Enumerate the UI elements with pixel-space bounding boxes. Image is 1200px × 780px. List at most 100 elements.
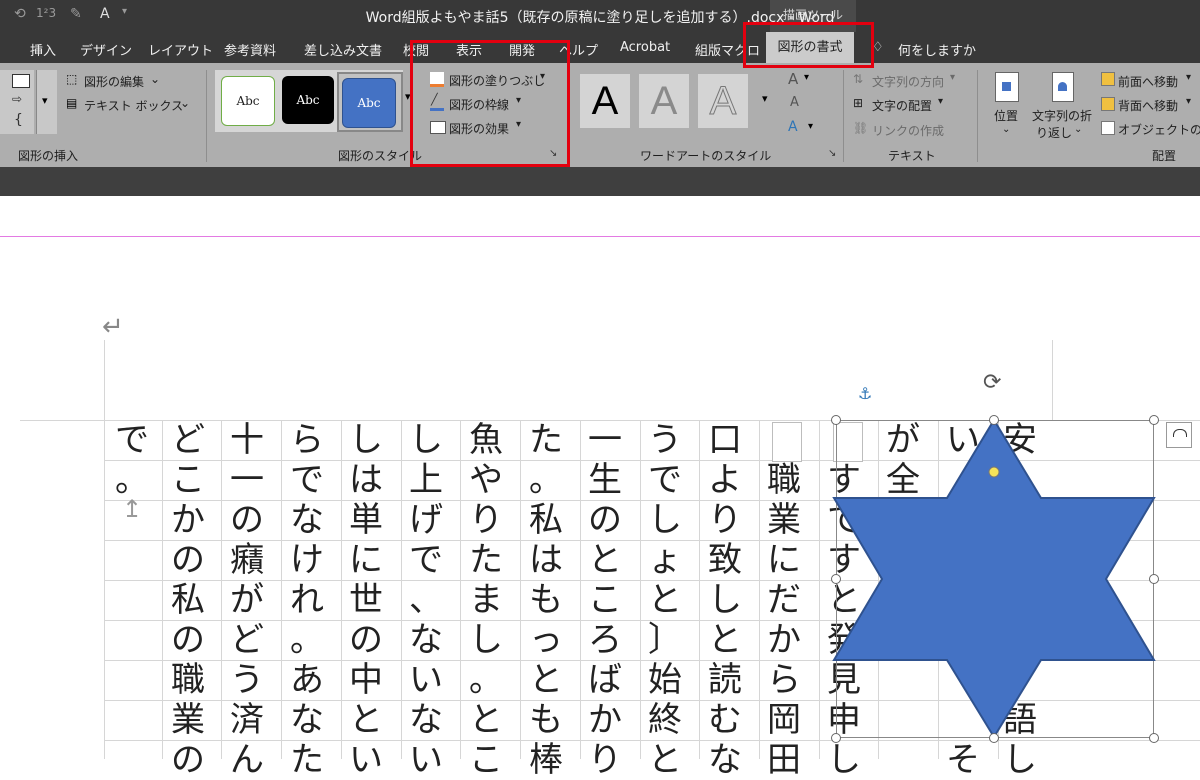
- text-fill-icon[interactable]: A: [788, 70, 798, 88]
- chevron-down-icon: ⌄: [1074, 124, 1083, 135]
- shape-gallery-more-button[interactable]: ▾: [36, 70, 57, 134]
- chevron-down-icon: ⌄: [1002, 124, 1011, 135]
- chevron-down-icon: ▾: [1186, 96, 1192, 107]
- shape-gallery[interactable]: ⇨ {: [0, 70, 34, 134]
- adjustment-handle[interactable]: [988, 466, 1000, 478]
- resize-handle[interactable]: [989, 415, 999, 425]
- text-column[interactable]: 十 一 の 癪 が ど う 済 ん: [227, 420, 267, 780]
- window-title: Word組版よもやま話5（既存の原稿に塗り足しを追加する）.docx - Wor…: [365, 10, 835, 26]
- paragraph-mark-icon: ↵: [102, 312, 124, 342]
- text-column[interactable]: 魚 や り た ま し 。 と こ: [466, 420, 506, 780]
- margin-guide: [1052, 340, 1053, 420]
- grid-line: [580, 420, 581, 759]
- wrap-text-button[interactable]: 文字列の折: [1032, 107, 1092, 124]
- resize-handle[interactable]: [989, 733, 999, 743]
- text-direction-button[interactable]: 文字列の方向: [872, 73, 944, 90]
- chevron-down-icon: ⌄: [150, 72, 161, 86]
- send-backward-icon: [1101, 97, 1115, 111]
- group-label-wordart: ワードアートのスタイル: [640, 149, 772, 163]
- text-column[interactable]: 口 よ り 致 し と 読 む な: [705, 420, 745, 780]
- create-link-button[interactable]: リンクの作成: [872, 122, 944, 139]
- group-separator: [206, 70, 207, 162]
- align-text-icon: ⊞: [853, 96, 864, 110]
- arrow-shape-icon[interactable]: ⇨: [12, 92, 22, 106]
- grid-line: [401, 420, 402, 759]
- grid-line: [162, 420, 163, 759]
- link-icon: ⛓: [853, 121, 869, 135]
- text-box-icon: ▤: [66, 96, 78, 110]
- line-break-mark-icon: ↥: [122, 495, 143, 523]
- chevron-down-icon: ⌄: [180, 96, 191, 110]
- tab-layout[interactable]: レイアウト: [148, 40, 213, 59]
- align-text-button[interactable]: 文字の配置: [872, 97, 932, 114]
- grid-line: [699, 420, 700, 759]
- grid-line: [104, 420, 105, 759]
- rotate-handle-icon[interactable]: ⟳: [983, 370, 1001, 395]
- anchor-icon[interactable]: ⚓: [858, 384, 872, 403]
- tab-references[interactable]: 参考資料: [224, 40, 276, 59]
- group-label-text: テキスト: [888, 149, 936, 163]
- tell-me-search[interactable]: 何をしますか: [898, 40, 976, 59]
- chevron-down-icon: ▾: [808, 121, 814, 132]
- dialog-launcher-icon[interactable]: ↘: [828, 148, 836, 159]
- text-column[interactable]: で 。: [112, 420, 152, 500]
- position-icon: [995, 72, 1019, 102]
- grid-line: [460, 420, 461, 759]
- send-backward-button[interactable]: 背面へ移動: [1118, 97, 1178, 114]
- resize-handle[interactable]: [831, 415, 841, 425]
- bring-forward-button[interactable]: 前面へ移動: [1118, 73, 1178, 90]
- style-preset-black[interactable]: Abc: [282, 76, 334, 124]
- grid-line: [640, 420, 641, 759]
- text-column[interactable]: う で し ょ と 〕 始 終 と: [645, 420, 685, 780]
- rectangle-shape-icon[interactable]: [12, 74, 30, 88]
- page-boundary-line: [0, 236, 1200, 237]
- text-column[interactable]: た 。 私 は も っ と も 棒: [526, 420, 566, 780]
- tab-mailings[interactable]: 差し込み文書: [304, 40, 382, 59]
- text-column[interactable]: 一 生 の と こ ろ ば か り: [585, 420, 625, 780]
- style-preset-outline[interactable]: Abc: [221, 76, 275, 126]
- layout-options-icon: [1173, 429, 1187, 437]
- text-column[interactable]: ど こ か の 私 の 職 業 の: [168, 420, 208, 780]
- chevron-down-icon: ▾: [804, 72, 810, 83]
- group-label-insert-shapes: 図形の挿入: [18, 149, 79, 163]
- wrap-text-button-line2[interactable]: り返し: [1036, 124, 1072, 141]
- wordart-sample-gray[interactable]: A: [639, 74, 689, 128]
- resize-handle[interactable]: [831, 733, 841, 743]
- wordart-sample-black[interactable]: A: [580, 74, 630, 128]
- highlight-shape-format-tab: [743, 22, 874, 68]
- text-outline-icon[interactable]: A: [790, 95, 799, 110]
- margin-guide: [104, 340, 105, 420]
- text-column[interactable]: ら で な け れ 。 あ な た: [287, 420, 327, 780]
- tab-design[interactable]: デザイン: [80, 40, 132, 59]
- chevron-down-icon: ▾: [950, 72, 956, 83]
- selection-pane-button[interactable]: オブジェクトの選択: [1118, 121, 1200, 138]
- group-separator: [977, 70, 978, 162]
- resize-handle[interactable]: [1149, 574, 1159, 584]
- group-label-arrange: 配置: [1152, 149, 1177, 163]
- resize-handle[interactable]: [1149, 733, 1159, 743]
- ribbon-bottom-strip: [0, 167, 1200, 196]
- wordart-gallery-more-icon[interactable]: ▾: [762, 92, 768, 105]
- empty-frame: [772, 422, 802, 462]
- text-effects-icon[interactable]: A: [788, 119, 798, 135]
- edit-shape-button[interactable]: 図形の編集: [84, 73, 144, 90]
- style-preset-blue[interactable]: Abc: [342, 78, 396, 128]
- wordart-sample-outline[interactable]: A: [698, 74, 748, 128]
- highlight-shape-style-buttons: [410, 40, 570, 167]
- text-column[interactable]: 職 業 に だ か ら 岡 田: [764, 460, 804, 780]
- text-column[interactable]: し は 単 に 世 の 中 と い: [346, 420, 386, 780]
- group-separator: [843, 70, 844, 162]
- text-column[interactable]: し 上 げ で 、 な い な い: [406, 420, 446, 780]
- tab-insert[interactable]: 挿入: [30, 40, 56, 59]
- layout-options-button[interactable]: [1166, 422, 1192, 448]
- grid-line: [221, 420, 222, 759]
- chevron-down-icon: ▾: [938, 96, 944, 107]
- text-direction-icon: ⇅: [853, 72, 864, 86]
- resize-handle[interactable]: [1149, 415, 1159, 425]
- position-button[interactable]: 位置: [994, 107, 1018, 124]
- text-box-button[interactable]: テキスト ボックス: [84, 97, 183, 114]
- six-point-star-shape[interactable]: [820, 410, 1170, 759]
- tab-acrobat[interactable]: Acrobat: [620, 40, 670, 55]
- brace-shape-icon[interactable]: {: [14, 112, 23, 128]
- resize-handle[interactable]: [831, 574, 841, 584]
